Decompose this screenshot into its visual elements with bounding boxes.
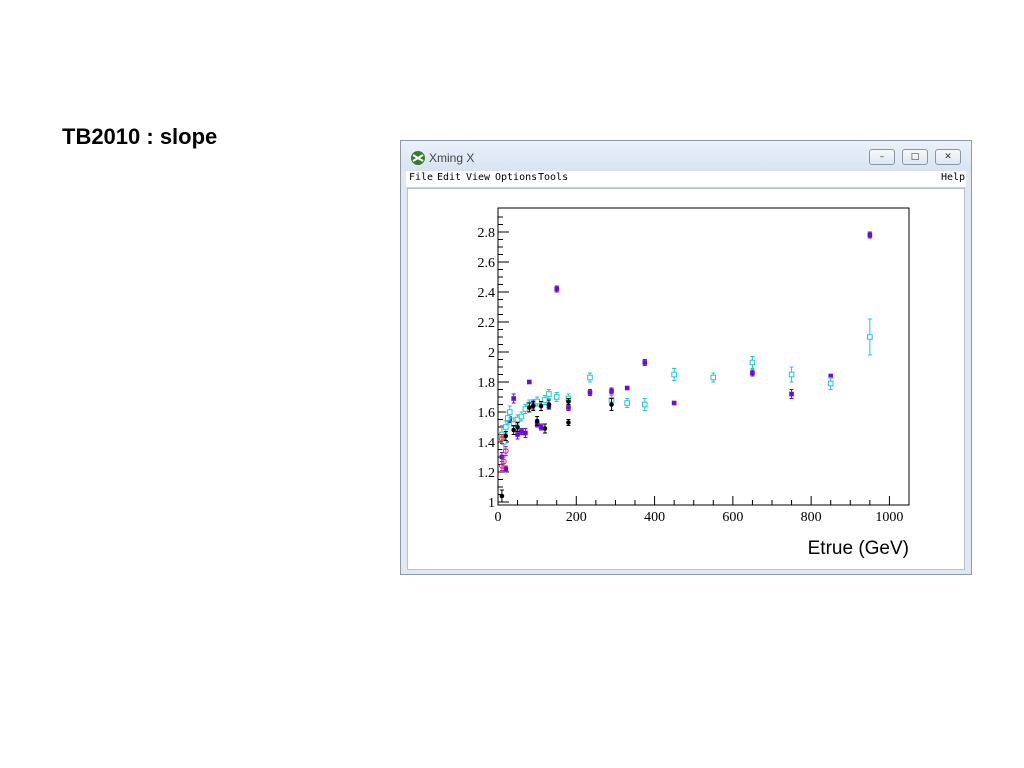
data-point — [642, 360, 648, 365]
data-point — [624, 400, 630, 406]
root-canvas[interactable]: 0 200 400 600 800 1000 1 1.2 1.4 1.6 1.8 2 2.2 2.4 2.6… — [407, 188, 965, 570]
x-tick-label: 400 — [644, 510, 665, 525]
y-tick-label: 2 — [488, 346, 495, 361]
data-point — [566, 420, 571, 425]
data-point — [503, 424, 509, 430]
x-tick-label: 0 — [495, 510, 502, 525]
data-point — [867, 232, 873, 238]
data-point — [523, 430, 528, 436]
data-point — [534, 398, 540, 405]
scatter-chart: 0 200 400 600 800 1000 1 1.2 1.4 1.6 1.8 2 2.2 2.4 2.6… — [478, 207, 910, 559]
data-point — [609, 388, 614, 394]
y-tick-label: 2.8 — [478, 226, 496, 241]
menu-options[interactable]: Options — [495, 172, 537, 183]
data-point — [827, 380, 834, 387]
data-point — [566, 399, 571, 404]
data-point — [554, 286, 560, 292]
data-point — [789, 391, 794, 397]
menu-edit[interactable]: Edit — [437, 172, 461, 183]
x-tick-label: 200 — [566, 510, 587, 525]
data-point — [515, 432, 520, 437]
y-tick-label: 1.8 — [478, 376, 496, 391]
data-point — [710, 374, 717, 381]
window-title: Xming X — [429, 151, 475, 165]
data-point — [641, 401, 648, 408]
y-tick-label: 2.2 — [478, 316, 496, 331]
window-titlebar[interactable]: Xming X – □ ✕ — [401, 141, 971, 171]
slide-title: TB2010 : slope — [62, 124, 218, 149]
data-point — [515, 424, 520, 430]
data-point — [506, 409, 513, 415]
data-point — [867, 334, 873, 340]
data-point — [530, 403, 536, 409]
data-point — [587, 390, 593, 395]
data-point — [553, 394, 560, 400]
data-point — [511, 427, 516, 433]
xming-app-icon — [411, 151, 425, 165]
data-point — [527, 379, 532, 385]
data-point — [566, 405, 571, 410]
data-point — [519, 429, 524, 434]
data-point — [511, 396, 516, 401]
data-point — [788, 371, 795, 378]
data-point — [671, 371, 677, 378]
data-point — [534, 418, 540, 424]
data-point — [518, 413, 525, 420]
y-tick-label: 2.6 — [478, 256, 496, 271]
menu-tools[interactable]: Tools — [538, 172, 568, 183]
data-point — [542, 426, 548, 431]
data-point — [542, 397, 548, 403]
x-tick-label: 800 — [801, 510, 822, 525]
data-point — [522, 406, 529, 412]
data-point — [538, 424, 544, 430]
maximize-button[interactable]: □ — [902, 149, 928, 165]
menu-bar: File Edit View Options Tools Help — [406, 171, 966, 188]
data-point — [527, 405, 532, 410]
data-point — [750, 370, 755, 376]
y-tick-label: 1.6 — [478, 406, 496, 421]
data-point — [538, 403, 544, 409]
y-tick-label: 1.2 — [478, 466, 496, 481]
y-tick-label: 2.4 — [478, 286, 496, 301]
close-button[interactable]: ✕ — [935, 149, 961, 165]
menu-help[interactable]: Help — [941, 172, 965, 183]
y-tick-label: 1 — [488, 496, 495, 511]
data-point — [587, 374, 593, 381]
x-tick-label: 600 — [722, 510, 743, 525]
data-point — [546, 402, 552, 407]
menu-view[interactable]: View — [466, 172, 490, 183]
data-point — [546, 391, 552, 397]
data-point — [749, 359, 756, 366]
y-tick-label: 1.4 — [478, 436, 496, 451]
xming-window[interactable]: Xming X – □ ✕ File Edit View Options Too… — [400, 140, 972, 575]
x-axis-label: Etrue (GeV) — [808, 538, 909, 559]
x-tick-label: 1000 — [875, 510, 903, 525]
data-point — [624, 385, 630, 391]
data-point — [671, 400, 677, 406]
plot-frame — [497, 207, 910, 506]
data-point — [499, 493, 505, 499]
menu-file[interactable]: File — [409, 172, 433, 183]
data-point — [609, 402, 614, 407]
minimize-button[interactable]: – — [869, 149, 895, 165]
